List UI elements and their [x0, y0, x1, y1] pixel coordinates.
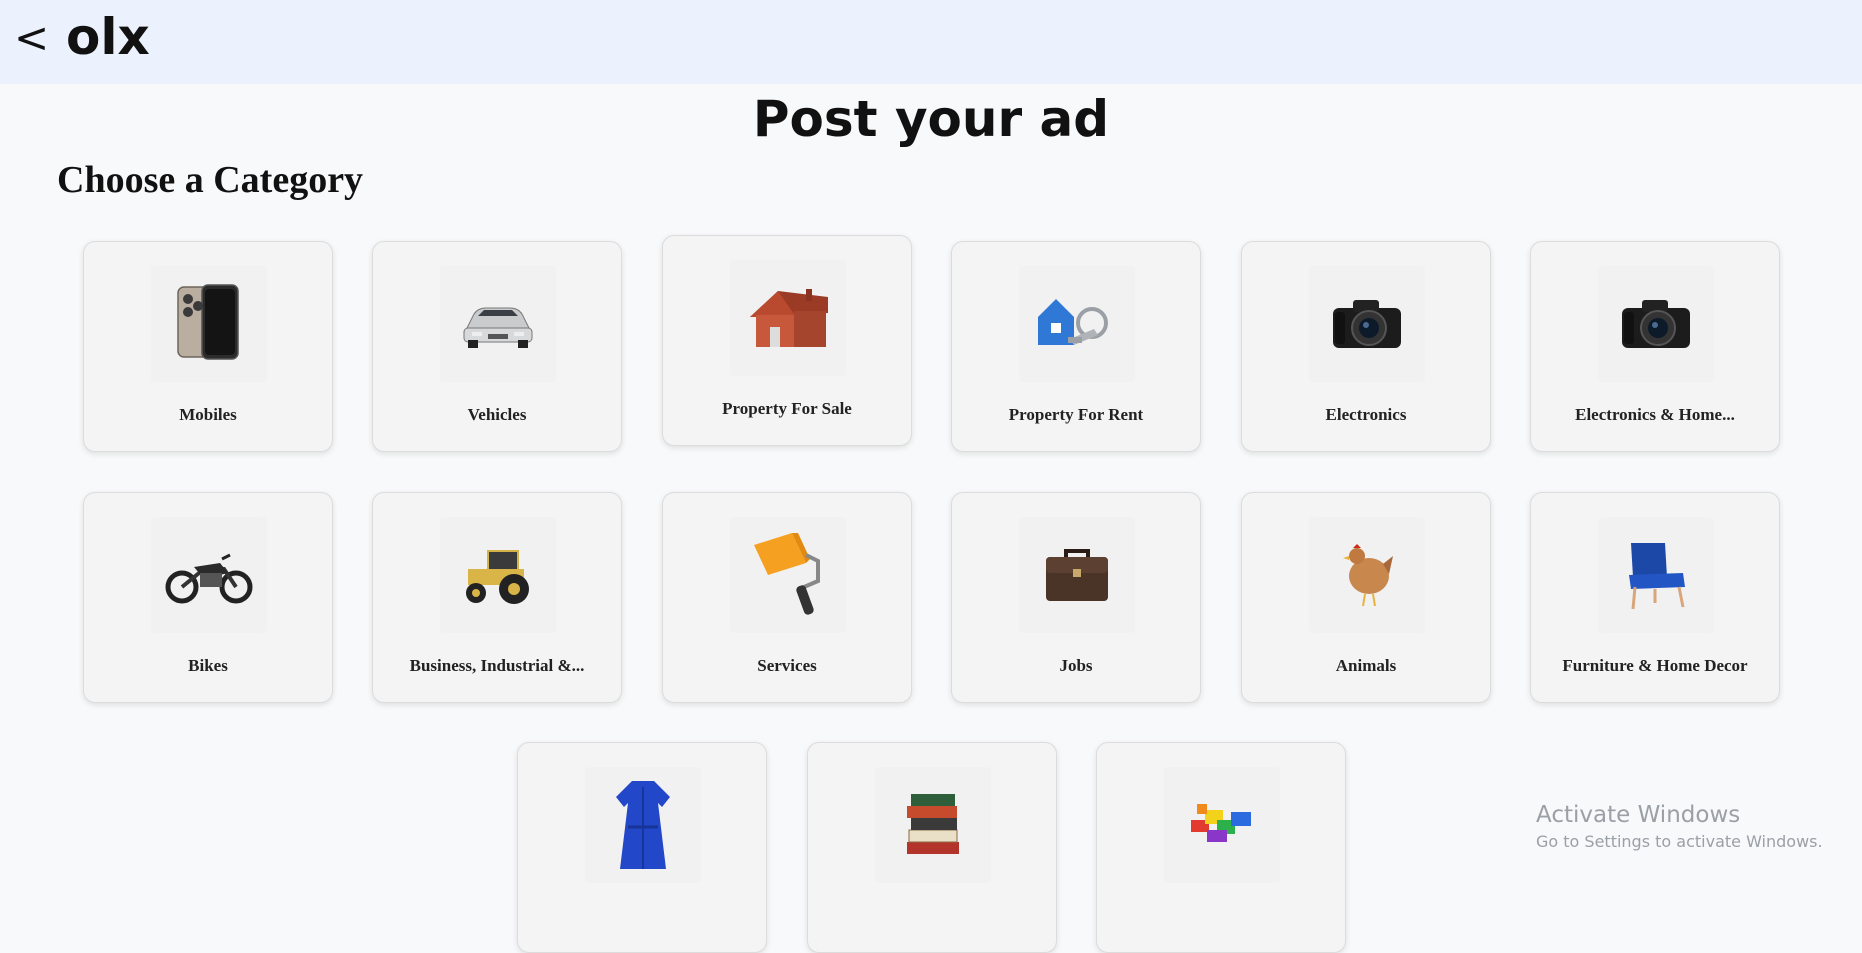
section-title: Choose a Category [57, 159, 364, 201]
back-button[interactable]: < [14, 13, 49, 63]
tractor-icon [440, 517, 556, 633]
category-label: Mobiles [179, 405, 237, 424]
category-label: Furniture & Home Decor [1562, 656, 1748, 675]
category-label: Animals [1335, 656, 1397, 675]
car-icon [440, 266, 556, 382]
category-label: Bikes [188, 656, 228, 675]
books-icon [875, 767, 991, 883]
building-blocks-icon [1164, 767, 1280, 883]
watermark-title: Activate Windows [1536, 802, 1741, 828]
category-card-books[interactable] [807, 742, 1057, 953]
category-label: Electronics [1325, 405, 1407, 424]
page-title: Post your ad [752, 90, 1110, 148]
house-key-icon [1019, 266, 1135, 382]
camera-icon [1309, 266, 1425, 382]
briefcase-icon [1019, 517, 1135, 633]
watermark-subtitle: Go to Settings to activate Windows. [1536, 832, 1823, 851]
category-label: Vehicles [467, 405, 527, 424]
category-card-mobiles[interactable]: Mobiles [83, 241, 333, 452]
category-card-bikes[interactable]: Bikes [83, 492, 333, 703]
category-label: Services [757, 656, 817, 675]
category-label: Business, Industrial &... [409, 656, 585, 675]
category-card-vehicles[interactable]: Vehicles [372, 241, 622, 452]
category-card-electronics-home[interactable]: Electronics & Home... [1530, 241, 1780, 452]
category-card-jobs[interactable]: Jobs [951, 492, 1201, 703]
category-card-furniture[interactable]: Furniture & Home Decor [1530, 492, 1780, 703]
mobile-phone-icon [151, 266, 267, 382]
motorcycle-icon [151, 517, 267, 633]
activate-windows-watermark: Activate Windows Go to Settings to activ… [1536, 802, 1823, 851]
chair-icon [1598, 517, 1714, 633]
category-card-fashion[interactable] [517, 742, 767, 953]
dress-icon [585, 767, 701, 883]
category-card-electronics[interactable]: Electronics [1241, 241, 1491, 452]
olx-logo[interactable]: olx [66, 8, 150, 66]
category-label: Jobs [1059, 656, 1093, 675]
category-card-animals[interactable]: Animals [1241, 492, 1491, 703]
hen-icon [1309, 517, 1425, 633]
category-card-services[interactable]: Services [662, 492, 912, 703]
category-label: Property For Rent [1008, 405, 1144, 424]
category-label: Property For Sale [722, 399, 852, 418]
category-label: Electronics & Home... [1575, 405, 1735, 424]
house-icon [730, 260, 846, 376]
category-card-property-for-sale[interactable]: Property For Sale [662, 235, 912, 446]
paint-roller-icon [730, 517, 846, 633]
top-bar: < olx [0, 0, 1862, 84]
camera-icon [1598, 266, 1714, 382]
category-card-property-for-rent[interactable]: Property For Rent [951, 241, 1201, 452]
category-card-kids[interactable] [1096, 742, 1346, 953]
category-card-business-industrial[interactable]: Business, Industrial &... [372, 492, 622, 703]
